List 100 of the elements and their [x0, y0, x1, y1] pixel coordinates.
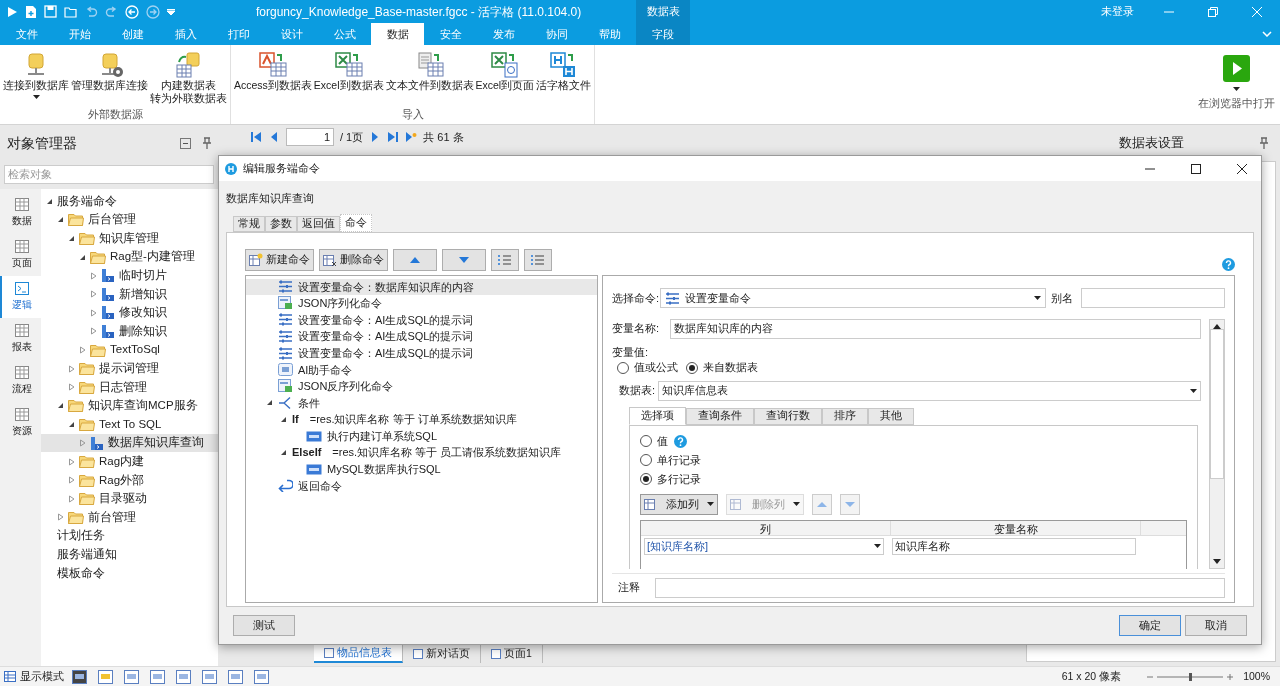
- open-folder-icon[interactable]: [64, 5, 78, 18]
- ok-button[interactable]: 确定: [1119, 614, 1181, 636]
- tree-item[interactable]: 删除知识: [41, 322, 218, 341]
- last-page-icon[interactable]: [387, 131, 400, 143]
- scrollbar[interactable]: [1209, 318, 1225, 569]
- tree-item[interactable]: 服务端通知: [41, 545, 218, 564]
- indent-button[interactable]: [491, 248, 519, 271]
- tree-item[interactable]: 模板命令: [41, 563, 218, 583]
- help-icon[interactable]: [1222, 258, 1235, 271]
- expanded-arrow-icon[interactable]: [57, 402, 64, 410]
- radio-option[interactable]: 值: [640, 432, 668, 450]
- collapsed-arrow-icon[interactable]: [68, 383, 75, 392]
- radio-option[interactable]: 单行记录: [640, 451, 701, 469]
- collapsed-arrow-icon[interactable]: [90, 327, 97, 336]
- undo-icon[interactable]: [85, 5, 98, 18]
- maximize-icon[interactable]: [1191, 163, 1201, 174]
- nav-item[interactable]: 页面: [0, 234, 41, 276]
- collapsed-arrow-icon[interactable]: [68, 494, 75, 503]
- settings-tab[interactable]: 排序: [822, 407, 868, 425]
- dialog-tab[interactable]: 返回值: [297, 215, 340, 232]
- ribbon-button[interactable]: 文本文件到数据表: [384, 51, 475, 92]
- ribbon-button[interactable]: 活字格文件: [535, 51, 593, 92]
- collapsed-arrow-icon[interactable]: [79, 439, 86, 447]
- alias-field[interactable]: [1081, 288, 1225, 309]
- command-item[interactable]: 执行内建订单系统SQL: [246, 427, 597, 445]
- nav-item[interactable]: 数据: [0, 192, 41, 234]
- dialog-tab[interactable]: 参数: [265, 215, 297, 232]
- new-record-icon[interactable]: [405, 131, 418, 143]
- nav-item[interactable]: 流程: [0, 360, 41, 402]
- first-page-icon[interactable]: [250, 131, 262, 143]
- table-icon[interactable]: [4, 671, 16, 682]
- new-file-icon[interactable]: [25, 4, 37, 19]
- settings-tab[interactable]: 选择项: [629, 406, 686, 425]
- lightbulb-icon[interactable]: [98, 669, 113, 684]
- radio-option[interactable]: 多行记录: [640, 470, 701, 488]
- help-icon[interactable]: [674, 434, 687, 448]
- terminal-icon[interactable]: [72, 669, 87, 684]
- move-down-button[interactable]: [442, 248, 486, 271]
- command-item[interactable]: AI助手命令: [246, 361, 597, 379]
- move-down-button[interactable]: [840, 493, 860, 515]
- tree-item[interactable]: 提示词管理: [41, 359, 218, 378]
- test-button[interactable]: 测试: [233, 614, 295, 636]
- customize-caret-icon[interactable]: [167, 8, 175, 15]
- command-item[interactable]: 设置变量命令：数据库知识库的内容: [246, 278, 597, 296]
- tree-item[interactable]: 日志管理: [41, 377, 218, 397]
- ribbon-button[interactable]: Excel到数据表: [312, 51, 385, 92]
- radio-option[interactable]: 来自数据表: [686, 359, 758, 376]
- pin-icon[interactable]: [1260, 137, 1268, 149]
- nav-item[interactable]: 逻辑: [0, 276, 41, 318]
- tree-item[interactable]: 后台管理: [41, 210, 218, 230]
- command-select[interactable]: 设置变量命令: [660, 288, 1046, 309]
- ribbon-tab[interactable]: 数据: [371, 23, 424, 45]
- settings-tab[interactable]: 查询条件: [686, 407, 754, 425]
- expanded-arrow-icon[interactable]: [46, 197, 53, 205]
- collapsed-arrow-icon[interactable]: [68, 457, 75, 466]
- ribbon-button[interactable]: Access到数据表: [233, 51, 313, 92]
- pin-icon[interactable]: [203, 137, 211, 149]
- variable-name-field[interactable]: 知识库名称: [892, 537, 1136, 555]
- expanded-arrow-icon[interactable]: [280, 449, 287, 457]
- collapsed-arrow-icon[interactable]: [90, 271, 97, 280]
- ribbon-button[interactable]: 内建数据表 转为外联数据表: [149, 51, 228, 105]
- dialog-tab[interactable]: 常规: [233, 215, 265, 232]
- tree-item[interactable]: 知识库管理: [41, 229, 218, 248]
- tree-item[interactable]: 修改知识: [41, 303, 218, 323]
- scroll-down-icon[interactable]: [1213, 558, 1221, 564]
- chevron-down-icon[interactable]: [1262, 31, 1272, 37]
- collapse-all-icon[interactable]: [180, 137, 191, 149]
- column-toolbar-button[interactable]: 添加列: [640, 493, 718, 515]
- column-select[interactable]: [知识库名称]: [644, 537, 884, 555]
- search-field[interactable]: 检索对象: [4, 164, 214, 184]
- restore-icon[interactable]: [1208, 6, 1218, 17]
- ribbon-button[interactable]: Excel到页面: [474, 51, 536, 92]
- collapsed-arrow-icon[interactable]: [90, 290, 97, 299]
- play-icon[interactable]: [6, 5, 18, 18]
- note-field[interactable]: [655, 577, 1225, 598]
- move-up-button[interactable]: [393, 248, 437, 271]
- toolbar-button[interactable]: 新建命令: [245, 248, 314, 271]
- command-item[interactable]: If =res.知识库名称 等于 订单系统数据知识库: [246, 411, 597, 428]
- command-item[interactable]: JSON反序列化命令: [246, 378, 597, 395]
- command-item[interactable]: MySQL数据库执行SQL: [246, 461, 597, 478]
- collapsed-arrow-icon[interactable]: [68, 476, 75, 485]
- collapsed-arrow-icon[interactable]: [90, 308, 97, 317]
- ribbon-button[interactable]: 连接到数据库: [2, 51, 70, 99]
- expanded-arrow-icon[interactable]: [79, 253, 86, 261]
- display-mode-label[interactable]: 显示模式: [20, 668, 64, 685]
- expanded-arrow-icon[interactable]: [68, 420, 75, 428]
- outdent-button[interactable]: [524, 248, 552, 271]
- collapsed-arrow-icon[interactable]: [57, 513, 64, 522]
- toolbar-button[interactable]: 删除命令: [319, 248, 388, 271]
- collapsed-arrow-icon[interactable]: [68, 364, 75, 373]
- command-item[interactable]: 条件: [246, 394, 597, 412]
- page-field[interactable]: 1: [286, 128, 334, 146]
- command-item[interactable]: 设置变量命令：AI生成SQL的提示词: [246, 311, 597, 329]
- table-select[interactable]: 知识库信息表: [658, 380, 1201, 401]
- forward-circle-icon[interactable]: [146, 4, 160, 19]
- expanded-arrow-icon[interactable]: [280, 416, 287, 424]
- settings-tab[interactable]: 查询行数: [754, 407, 822, 425]
- tree-item[interactable]: Rag型-内建管理: [41, 247, 218, 267]
- expanded-arrow-icon[interactable]: [266, 399, 273, 407]
- tree-item[interactable]: TextToSql: [41, 340, 218, 360]
